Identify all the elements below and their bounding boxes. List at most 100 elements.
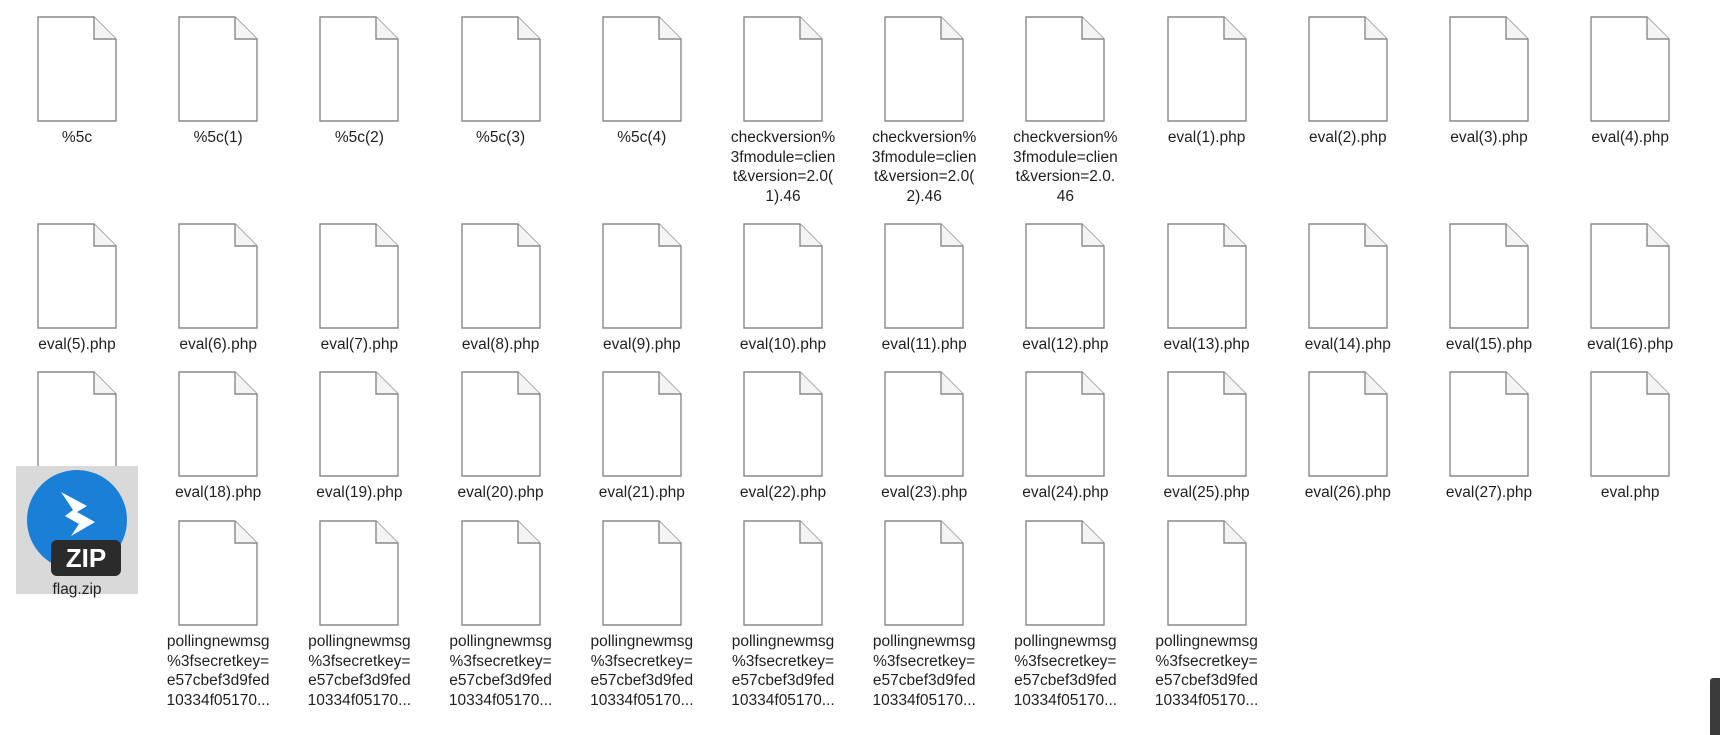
file-name-label: eval(15).php <box>1445 336 1533 353</box>
file-item[interactable]: pollingnewmsg %3fsecretkey= e57cbef3d9fe… <box>431 504 571 710</box>
file-icon-grid: %5c %5c(1) %5c(2) %5c(3) %5c(4) checkver… <box>0 0 1720 735</box>
file-item[interactable]: %5c <box>7 0 147 148</box>
file-item[interactable]: eval(26).php <box>1278 355 1418 503</box>
zip-archive-icon: ZIP <box>21 470 133 582</box>
file-name-label: eval(4).php <box>1591 129 1669 146</box>
file-name-label: pollingnewmsg %3fsecretkey= e57cbef3d9fe… <box>1013 633 1118 709</box>
file-name-label: checkversion% 3fmodule=clien t&version=2… <box>730 129 836 205</box>
file-item[interactable]: eval(15).php <box>1419 207 1559 355</box>
document-icon <box>1308 371 1388 477</box>
file-item[interactable]: eval(13).php <box>1137 207 1277 355</box>
file-name-label: pollingnewmsg %3fsecretkey= e57cbef3d9fe… <box>448 633 553 709</box>
document-icon <box>1166 16 1247 122</box>
document-icon <box>319 371 400 477</box>
document-icon <box>743 223 823 329</box>
file-item[interactable]: pollingnewmsg %3fsecretkey= e57cbef3d9fe… <box>148 504 288 710</box>
file-name-label: pollingnewmsg %3fsecretkey= e57cbef3d9fe… <box>1154 633 1259 709</box>
file-item[interactable]: eval(12).php <box>995 207 1135 355</box>
document-icon <box>884 16 964 122</box>
file-item[interactable]: eval(14).php <box>1278 207 1418 355</box>
file-item[interactable]: pollingnewmsg %3fsecretkey= e57cbef3d9fe… <box>713 504 853 710</box>
file-item[interactable]: eval(2).php <box>1278 0 1418 148</box>
file-item[interactable]: eval(25).php <box>1137 355 1277 503</box>
file-name-label: eval(13).php <box>1163 336 1250 353</box>
file-name-label: eval(14).php <box>1304 336 1391 353</box>
document-icon <box>1166 520 1247 626</box>
document-icon <box>319 520 400 626</box>
document-icon <box>743 16 823 122</box>
file-item[interactable]: eval(20).php <box>431 355 571 503</box>
file-item[interactable]: eval(9).php <box>572 207 712 355</box>
document-icon <box>1590 16 1670 122</box>
file-item[interactable]: %5c(3) <box>431 0 571 148</box>
file-item[interactable]: eval(21).php <box>572 355 712 503</box>
file-name-label: eval(23).php <box>881 484 968 501</box>
file-item[interactable]: eval(8).php <box>431 207 571 355</box>
file-item[interactable]: pollingnewmsg %3fsecretkey= e57cbef3d9fe… <box>995 504 1135 710</box>
document-icon <box>178 520 258 626</box>
document-icon <box>1449 223 1529 329</box>
file-item[interactable]: eval(3).php <box>1419 0 1559 148</box>
document-icon <box>460 223 541 329</box>
document-icon <box>602 371 682 477</box>
file-name-label: eval(27).php <box>1445 484 1533 501</box>
file-item[interactable]: eval(6).php <box>148 207 288 355</box>
file-item-flag-zip[interactable]: ZIP flag.zip <box>16 466 138 598</box>
document-icon <box>602 223 682 329</box>
file-item[interactable]: eval(27).php <box>1419 355 1559 503</box>
file-item[interactable]: eval(7).php <box>289 207 429 355</box>
file-item[interactable]: %5c(4) <box>572 0 712 148</box>
file-item[interactable]: checkversion% 3fmodule=clien t&version=2… <box>854 0 994 206</box>
document-icon <box>37 16 117 122</box>
document-icon <box>37 223 117 329</box>
file-item[interactable]: pollingnewmsg %3fsecretkey= e57cbef3d9fe… <box>289 504 429 710</box>
document-icon <box>1025 520 1106 626</box>
document-icon <box>602 520 682 626</box>
file-item[interactable]: eval.php <box>1560 355 1700 503</box>
file-name-label: eval(10).php <box>739 336 827 353</box>
file-item[interactable]: eval(19).php <box>289 355 429 503</box>
document-icon <box>37 371 117 477</box>
document-icon <box>884 371 964 477</box>
file-name-label: eval(22).php <box>739 484 827 501</box>
file-name-label: %5c(4) <box>617 129 667 146</box>
file-item[interactable]: checkversion% 3fmodule=clien t&version=2… <box>995 0 1135 206</box>
scrollbar-thumb[interactable] <box>1710 678 1720 735</box>
file-name-label: eval(20).php <box>457 484 544 501</box>
file-item[interactable]: %5c(2) <box>289 0 429 148</box>
document-icon <box>178 371 258 477</box>
file-item[interactable]: eval(1).php <box>1137 0 1277 148</box>
document-icon <box>1308 16 1388 122</box>
document-icon <box>1025 223 1106 329</box>
file-name-label: %5c <box>61 129 93 146</box>
file-name-label: eval(21).php <box>598 484 685 501</box>
file-item[interactable]: pollingnewmsg %3fsecretkey= e57cbef3d9fe… <box>1137 504 1277 710</box>
file-name-label: eval(7).php <box>320 336 399 353</box>
file-name-label: eval(19).php <box>316 484 403 501</box>
file-item[interactable]: %5c(1) <box>148 0 288 148</box>
document-icon <box>1166 371 1247 477</box>
file-item[interactable]: eval(24).php <box>995 355 1135 503</box>
file-item[interactable]: eval(18).php <box>148 355 288 503</box>
file-item[interactable]: eval(10).php <box>713 207 853 355</box>
document-icon <box>319 16 400 122</box>
document-icon <box>1025 371 1106 477</box>
file-name-label: eval(2).php <box>1309 129 1387 146</box>
file-item[interactable]: eval(16).php <box>1560 207 1700 355</box>
file-item[interactable]: eval(4).php <box>1560 0 1700 148</box>
file-item[interactable]: eval(11).php <box>854 207 994 355</box>
document-icon <box>1590 371 1670 477</box>
file-item[interactable]: checkversion% 3fmodule=clien t&version=2… <box>713 0 853 206</box>
file-name-label: pollingnewmsg %3fsecretkey= e57cbef3d9fe… <box>731 633 835 709</box>
file-item[interactable]: pollingnewmsg %3fsecretkey= e57cbef3d9fe… <box>572 504 712 710</box>
document-icon <box>460 16 541 122</box>
file-name-label: flag.zip <box>52 581 102 598</box>
file-item[interactable]: pollingnewmsg %3fsecretkey= e57cbef3d9fe… <box>854 504 994 710</box>
file-name-label: eval(3).php <box>1450 129 1528 146</box>
file-item[interactable]: eval(23).php <box>854 355 994 503</box>
file-name-label: eval(16).php <box>1587 336 1674 353</box>
file-name-label: eval(18).php <box>175 484 262 501</box>
file-item[interactable]: eval(5).php <box>7 207 147 355</box>
document-icon <box>1449 16 1529 122</box>
file-item[interactable]: eval(22).php <box>713 355 853 503</box>
